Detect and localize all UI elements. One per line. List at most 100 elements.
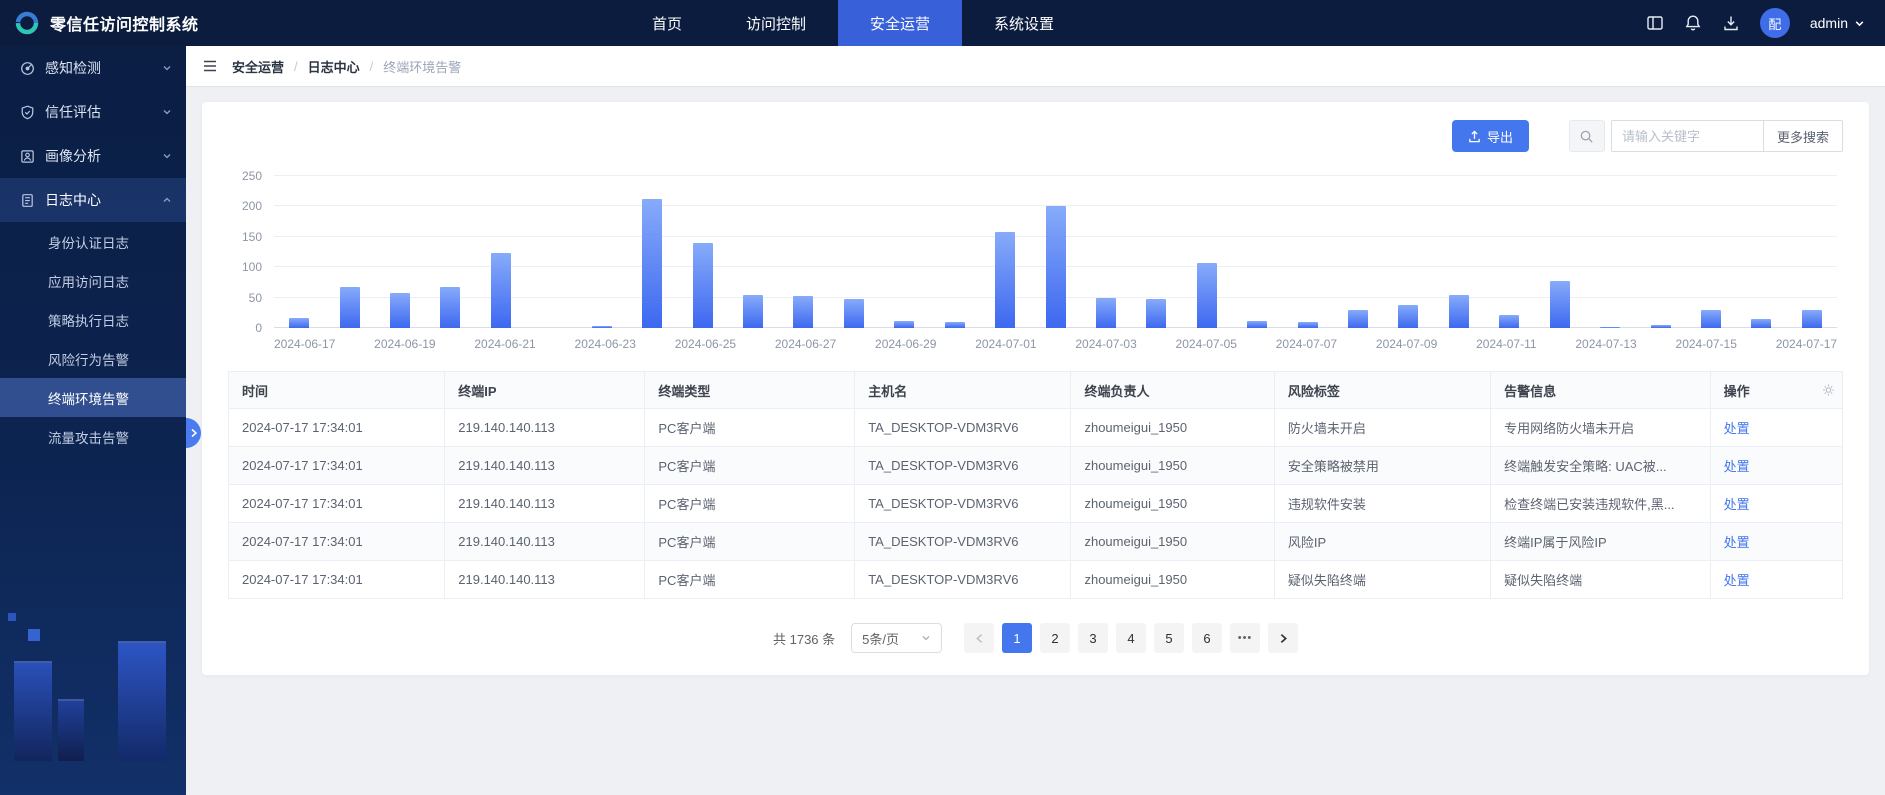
cell-type: PC客户端: [645, 447, 855, 485]
dispose-link[interactable]: 处置: [1724, 497, 1750, 512]
layout-panel-icon[interactable]: [1646, 14, 1664, 32]
y-tick-label: 200: [242, 199, 262, 213]
y-tick-label: 50: [249, 291, 262, 305]
top-nav: 首页访问控制安全运营系统设置: [620, 0, 1086, 46]
x-tick-label: [1437, 337, 1476, 351]
page-button-5[interactable]: 5: [1154, 623, 1184, 653]
x-tick-label: [1337, 337, 1376, 351]
search-icon[interactable]: [1569, 120, 1605, 152]
chevron-icon: [162, 107, 172, 117]
cell-action: 处置: [1710, 409, 1842, 447]
bell-icon[interactable]: [1684, 14, 1702, 32]
dispose-link[interactable]: 处置: [1724, 421, 1750, 436]
main-card: 导出 更多搜索 050100150200250: [202, 102, 1869, 675]
topbar-right: 配 admin: [1646, 8, 1885, 38]
user-menu[interactable]: admin: [1810, 15, 1865, 31]
cell-owner: zhoumeigui_1950: [1071, 485, 1274, 523]
sidebar-subitem-risk-behavior-alert[interactable]: 风险行为告警: [0, 339, 186, 378]
x-tick-label: [636, 337, 675, 351]
cell-action: 处置: [1710, 523, 1842, 561]
sidebar-toggle-icon[interactable]: [202, 58, 218, 74]
cell-host: TA_DESKTOP-VDM3RV6: [855, 447, 1071, 485]
chart-bar: [1398, 305, 1418, 328]
page-button-3[interactable]: 3: [1078, 623, 1108, 653]
dispose-link[interactable]: 处置: [1724, 459, 1750, 474]
chart-bar: [693, 243, 713, 328]
page-button-1[interactable]: 1: [1002, 623, 1032, 653]
sidebar-subitem-terminal-env-alert[interactable]: 终端环境告警: [0, 378, 186, 417]
sidebar-item-perception-detection[interactable]: 感知检测: [0, 46, 186, 90]
sidebar-item-log-center[interactable]: 日志中心: [0, 178, 186, 222]
nav-item-access-control[interactable]: 访问控制: [714, 0, 838, 46]
chart-bar: [1449, 295, 1469, 328]
more-search-button[interactable]: 更多搜索: [1763, 120, 1843, 152]
search-input[interactable]: [1611, 120, 1763, 152]
cell-ip: 219.140.140.113: [445, 409, 645, 447]
sidebar-item-trust-evaluation[interactable]: 信任评估: [0, 90, 186, 134]
more-pages-button[interactable]: •••: [1230, 623, 1260, 653]
chart-bar: [491, 253, 511, 328]
x-tick-label: [936, 337, 975, 351]
avatar[interactable]: 配: [1760, 8, 1790, 38]
cell-host: TA_DESKTOP-VDM3RV6: [855, 523, 1071, 561]
chevron-icon: [162, 63, 172, 73]
cell-ip: 219.140.140.113: [445, 447, 645, 485]
sidebar-subitem-traffic-attack-alert[interactable]: 流量攻击告警: [0, 417, 186, 456]
dispose-link[interactable]: 处置: [1724, 573, 1750, 588]
username: admin: [1810, 15, 1848, 31]
x-tick-label: [1737, 337, 1776, 351]
export-icon: [1468, 130, 1481, 143]
x-tick-label: [836, 337, 875, 351]
breadcrumb-item-2[interactable]: 日志中心: [308, 57, 360, 76]
cell-host: TA_DESKTOP-VDM3RV6: [855, 561, 1071, 599]
sidebar-subitem-app-access-log[interactable]: 应用访问日志: [0, 261, 186, 300]
sidebar-subitem-policy-execution-log[interactable]: 策略执行日志: [0, 300, 186, 339]
cell-alert: 专用网络防火墙未开启: [1491, 409, 1711, 447]
download-icon[interactable]: [1722, 14, 1740, 32]
shield-icon: [20, 105, 35, 120]
chart-bar: [390, 293, 410, 328]
next-page-button[interactable]: [1268, 623, 1298, 653]
x-tick-label: 2024-07-01: [975, 337, 1036, 351]
x-tick-label: [1637, 337, 1676, 351]
column-settings-icon[interactable]: [1822, 384, 1835, 397]
chart-bar: [1701, 310, 1721, 328]
chart-bar: [1550, 281, 1570, 328]
x-tick-label: [436, 337, 475, 351]
sidebar-item-label: 画像分析: [45, 146, 162, 166]
chart-bar: [894, 321, 914, 328]
page-button-6[interactable]: 6: [1192, 623, 1222, 653]
breadcrumb-separator: /: [370, 59, 374, 74]
page-button-2[interactable]: 2: [1040, 623, 1070, 653]
cell-host: TA_DESKTOP-VDM3RV6: [855, 409, 1071, 447]
y-tick-label: 250: [242, 169, 262, 183]
x-tick-label: 2024-07-07: [1276, 337, 1337, 351]
page-button-4[interactable]: 4: [1116, 623, 1146, 653]
export-button[interactable]: 导出: [1452, 120, 1529, 152]
breadcrumb-item-1[interactable]: 安全运营: [232, 57, 284, 76]
pagination: 共 1736 条 5条/页 123456 •••: [228, 623, 1843, 653]
panel-collapse-handle[interactable]: [186, 418, 201, 448]
total-count: 共 1736 条: [773, 629, 835, 648]
column-header: 操作: [1710, 372, 1842, 409]
x-tick-label: 2024-06-17: [274, 337, 335, 351]
prev-page-button[interactable]: [964, 623, 994, 653]
page-size-select[interactable]: 5条/页: [851, 623, 942, 653]
column-header: 终端IP: [445, 372, 645, 409]
nav-item-home[interactable]: 首页: [620, 0, 714, 46]
column-header: 终端类型: [645, 372, 855, 409]
y-tick-label: 0: [255, 321, 262, 335]
x-tick-label: 2024-06-21: [474, 337, 535, 351]
dispose-link[interactable]: 处置: [1724, 535, 1750, 550]
nav-item-system-settings[interactable]: 系统设置: [962, 0, 1086, 46]
x-tick-label: [335, 337, 374, 351]
sidebar-subitem-identity-auth-log[interactable]: 身份认证日志: [0, 222, 186, 261]
x-tick-label: 2024-07-09: [1376, 337, 1437, 351]
nav-item-security-operations[interactable]: 安全运营: [838, 0, 962, 46]
chart-bar: [1651, 325, 1671, 328]
x-tick-label: [736, 337, 775, 351]
chart-plot: [274, 176, 1837, 328]
cell-time: 2024-07-17 17:34:01: [229, 523, 445, 561]
sidebar-item-label: 日志中心: [45, 190, 162, 210]
sidebar-item-profile-analysis[interactable]: 画像分析: [0, 134, 186, 178]
